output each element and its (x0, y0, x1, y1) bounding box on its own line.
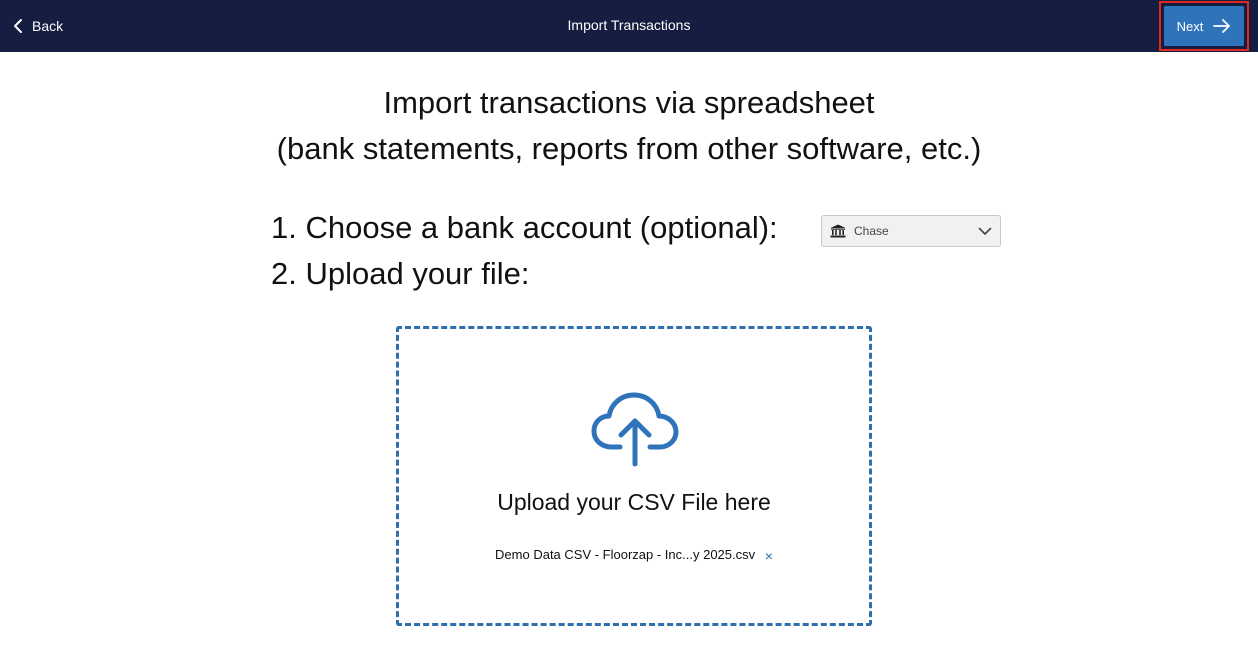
bank-icon (830, 224, 846, 238)
headline-line-2: (bank statements, reports from other sof… (276, 131, 982, 166)
next-button[interactable]: Next (1164, 6, 1244, 46)
chevron-down-icon (978, 227, 992, 235)
top-bar: Back Import Transactions Next (0, 0, 1258, 52)
step-1-label: 1. Choose a bank account (optional): (271, 210, 778, 245)
main-headline: Import transactions via spreadsheet (ban… (0, 80, 1258, 172)
headline-line-1: Import transactions via spreadsheet (383, 85, 875, 120)
cloud-upload-icon (591, 392, 679, 467)
csv-upload-dropzone[interactable]: Upload your CSV File here Demo Data CSV … (396, 326, 872, 626)
bank-account-value: Chase (854, 224, 889, 238)
back-button[interactable]: Back (12, 0, 63, 52)
arrow-right-icon (1213, 19, 1231, 33)
page-title: Import Transactions (567, 17, 691, 33)
back-label: Back (32, 18, 64, 34)
chevron-left-icon (14, 19, 22, 33)
next-button-highlight: Next (1159, 1, 1249, 51)
uploaded-file-name: Demo Data CSV - Floorzap - Inc...y 2025.… (495, 547, 756, 562)
upload-prompt: Upload your CSV File here (497, 489, 771, 515)
uploaded-file: Demo Data CSV - Floorzap - Inc...y 2025.… (399, 547, 869, 564)
bank-account-select[interactable]: Chase (821, 215, 1001, 247)
step-2-label: 2. Upload your file: (271, 256, 530, 291)
next-label: Next (1176, 18, 1204, 34)
remove-file-icon[interactable]: × (765, 548, 773, 564)
